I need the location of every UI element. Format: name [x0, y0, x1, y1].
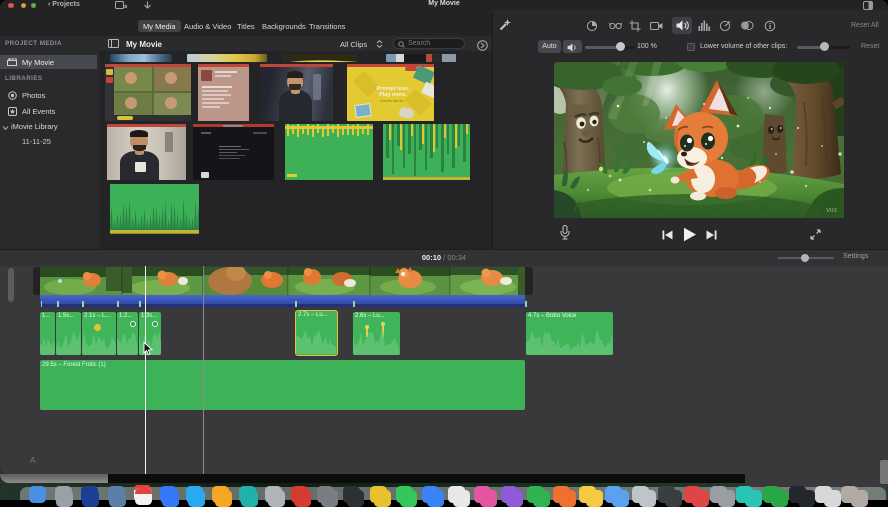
- svg-text:V03: V03: [826, 208, 837, 214]
